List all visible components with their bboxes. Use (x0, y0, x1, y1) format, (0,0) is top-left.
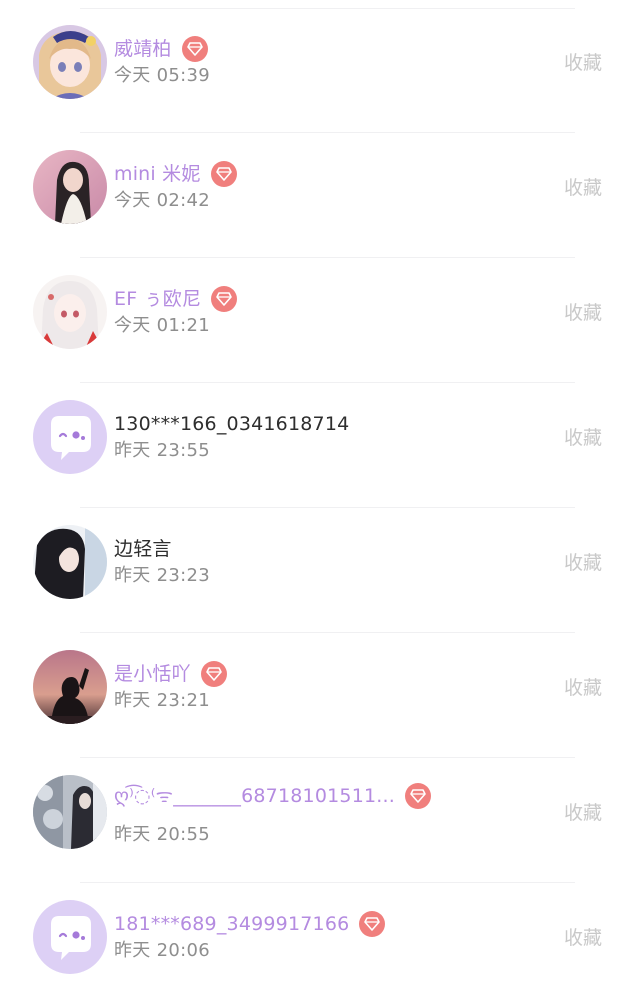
avatar[interactable] (33, 775, 107, 849)
user-name[interactable]: 威靖柏 (114, 35, 172, 63)
vip-diamond-badge (210, 161, 237, 187)
diamond-icon (206, 667, 222, 681)
user-name-line: mini 米妮 (114, 160, 237, 188)
vip-diamond-badge (405, 783, 431, 809)
user-name[interactable]: EF ぅ欧尼 (114, 285, 201, 313)
timestamp: 昨天 20:06 (114, 940, 210, 961)
user-name[interactable]: 130***166_0341618714 (114, 410, 349, 438)
user-name[interactable]: 边轻言 (114, 535, 172, 563)
user-name-line: 是小恬吖 (114, 660, 227, 688)
avatar[interactable] (33, 25, 107, 99)
user-name-line: EF ぅ欧尼 (114, 285, 238, 313)
avatar[interactable] (33, 525, 107, 599)
list-item[interactable]: 181***689_3499917166 昨天 20:06 收藏 (0, 875, 640, 1000)
favorite-button[interactable]: 收藏 (564, 926, 602, 950)
user-name[interactable]: 181***689_3499917166 (114, 910, 349, 938)
diamond-icon (186, 42, 203, 56)
list-item[interactable]: 边轻言 昨天 23:23 收藏 (0, 500, 640, 625)
timestamp: 今天 01:21 (114, 315, 210, 336)
favorites-list: 威靖柏 今天 05:39 收藏 mini 米妮 今天 02:42 收藏 EF ぅ… (0, 0, 640, 986)
timestamp: 昨天 23:23 (114, 565, 210, 586)
favorite-button[interactable]: 收藏 (564, 551, 602, 575)
user-name-line: 181***689_3499917166 (114, 910, 386, 938)
timestamp: 今天 02:42 (114, 190, 210, 211)
diamond-icon (410, 789, 426, 803)
favorite-button[interactable]: 收藏 (564, 676, 602, 700)
list-item[interactable]: EF ぅ欧尼 今天 01:21 收藏 (0, 250, 640, 375)
diamond-icon (364, 917, 381, 931)
user-name[interactable]: mini 米妮 (114, 160, 201, 188)
user-name[interactable]: 是小恬吖 (114, 660, 191, 688)
favorite-button[interactable]: 收藏 (564, 426, 602, 450)
avatar[interactable] (33, 150, 107, 224)
list-item[interactable]: 130***166_0341618714 昨天 23:55 收藏 (0, 375, 640, 500)
avatar[interactable] (33, 400, 107, 474)
diamond-icon (216, 292, 232, 306)
timestamp: 今天 05:39 (114, 65, 210, 86)
vip-diamond-badge (359, 911, 386, 937)
favorite-button[interactable]: 收藏 (564, 301, 602, 325)
user-name-line: ღ⁾͡◌⁽ᯤ_______68718101511... (114, 782, 431, 810)
vip-diamond-badge (200, 661, 227, 687)
avatar[interactable] (33, 900, 107, 974)
vip-diamond-badge (181, 36, 208, 62)
timestamp: 昨天 20:55 (114, 824, 210, 845)
vip-diamond-badge (211, 286, 238, 312)
list-item[interactable]: ღ⁾͡◌⁽ᯤ_______68718101511... 昨天 20:55 收藏 (0, 750, 640, 875)
user-name-line: 130***166_0341618714 (114, 410, 349, 438)
avatar[interactable] (33, 275, 107, 349)
list-item[interactable]: 威靖柏 今天 05:39 收藏 (0, 0, 640, 125)
favorite-button[interactable]: 收藏 (564, 801, 602, 825)
timestamp: 昨天 23:21 (114, 690, 210, 711)
timestamp: 昨天 23:55 (114, 440, 210, 461)
favorite-button[interactable]: 收藏 (564, 51, 602, 75)
user-name-line: 边轻言 (114, 535, 172, 563)
user-name-line: 威靖柏 (114, 35, 208, 63)
list-item[interactable]: 是小恬吖 昨天 23:21 收藏 (0, 625, 640, 750)
avatar[interactable] (33, 650, 107, 724)
favorite-button[interactable]: 收藏 (564, 176, 602, 200)
user-name[interactable]: ღ⁾͡◌⁽ᯤ_______68718101511... (114, 782, 395, 810)
list-item[interactable]: mini 米妮 今天 02:42 收藏 (0, 125, 640, 250)
diamond-icon (215, 167, 232, 181)
